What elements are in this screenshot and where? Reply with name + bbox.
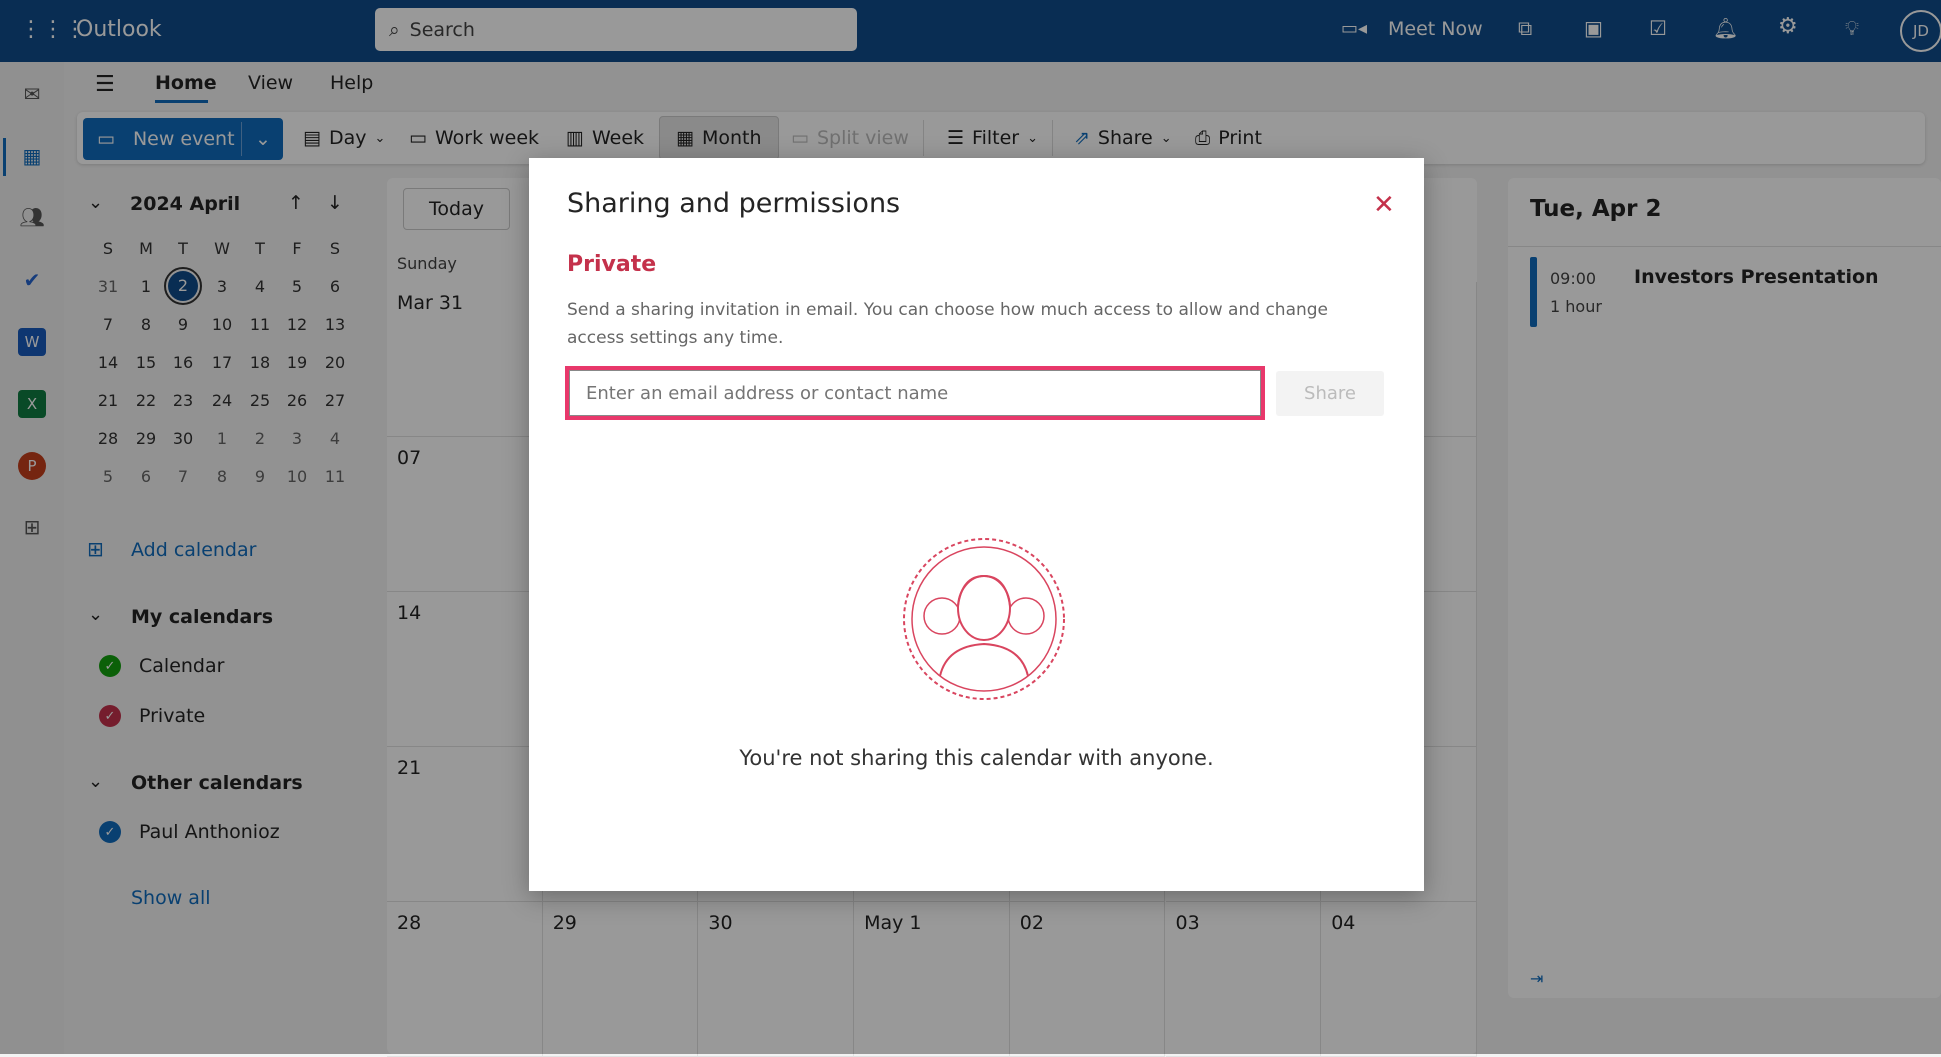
email-input-highlight [565, 366, 1265, 420]
share-submit-button[interactable]: Share [1276, 371, 1384, 416]
empty-state-message: You're not sharing this calendar with an… [739, 746, 1214, 770]
calendar-name: Private [567, 252, 657, 277]
email-input[interactable] [569, 370, 1261, 416]
close-icon[interactable]: ✕ [1373, 190, 1395, 220]
sharing-dialog: Sharing and permissions ✕ Private Send a… [529, 158, 1424, 891]
dialog-title: Sharing and permissions [567, 188, 901, 219]
dialog-description: Send a sharing invitation in email. You … [567, 300, 1329, 348]
people-illustration-icon [903, 538, 1065, 700]
